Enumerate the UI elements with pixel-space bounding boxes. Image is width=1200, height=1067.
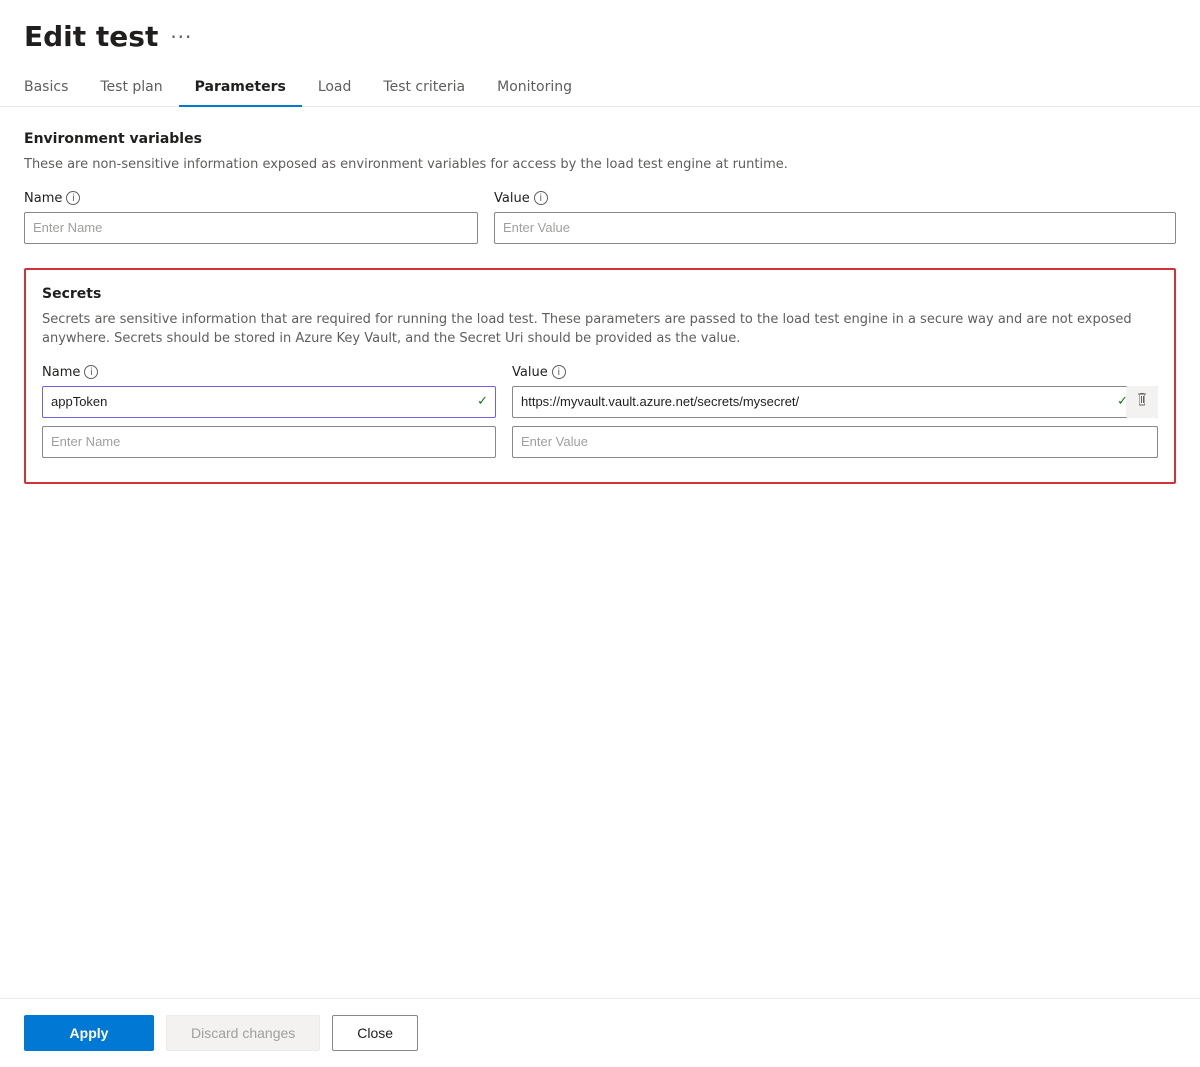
- env-field-headers: Name i Value i: [24, 191, 1176, 206]
- env-name-info-icon[interactable]: i: [66, 191, 80, 205]
- tabs-container: Basics Test plan Parameters Load Test cr…: [0, 69, 1200, 107]
- tab-load[interactable]: Load: [302, 69, 368, 107]
- secrets-value-input-wrapper-1: ✓: [512, 386, 1158, 418]
- env-name-input[interactable]: [24, 212, 478, 244]
- secrets-name-input-2[interactable]: [42, 426, 496, 458]
- secrets-value-input-wrapper-2: [512, 426, 1158, 458]
- secrets-section: Secrets Secrets are sensitive informatio…: [24, 268, 1176, 484]
- secrets-value-input-1[interactable]: [512, 386, 1158, 418]
- close-button[interactable]: Close: [332, 1015, 418, 1051]
- apply-button[interactable]: Apply: [24, 1015, 154, 1051]
- trash-icon-1: [1134, 392, 1150, 411]
- env-value-label: Value i: [494, 191, 548, 206]
- tab-monitoring[interactable]: Monitoring: [481, 69, 588, 107]
- main-content: Environment variables These are non-sens…: [0, 107, 1200, 1067]
- env-field-row: [24, 212, 1176, 244]
- tab-parameters[interactable]: Parameters: [179, 69, 302, 107]
- secrets-name-check-icon-1: ✓: [477, 394, 488, 409]
- secrets-row-2: [42, 426, 1158, 458]
- secrets-title: Secrets: [42, 286, 1158, 302]
- secrets-field-headers: Name i Value i: [42, 365, 1158, 380]
- footer: Apply Discard changes Close: [0, 998, 1200, 1067]
- env-name-label: Name i: [24, 191, 478, 206]
- secrets-name-input-wrapper-2: [42, 426, 496, 458]
- env-variables-description: These are non-sensitive information expo…: [24, 155, 1176, 175]
- env-variables-title: Environment variables: [24, 131, 1176, 147]
- more-options-button[interactable]: ···: [170, 25, 192, 49]
- secrets-value-input-2[interactable]: [512, 426, 1158, 458]
- secrets-description: Secrets are sensitive information that a…: [42, 310, 1158, 349]
- secrets-value-label: Value i: [512, 365, 566, 380]
- tab-test-plan[interactable]: Test plan: [84, 69, 178, 107]
- secrets-name-label: Name i: [42, 365, 496, 380]
- env-value-input[interactable]: [494, 212, 1176, 244]
- env-name-input-wrapper: [24, 212, 478, 244]
- discard-button[interactable]: Discard changes: [166, 1015, 320, 1051]
- secrets-row-1: ✓ ✓: [42, 386, 1158, 418]
- header: Edit test ···: [0, 0, 1200, 69]
- tab-test-criteria[interactable]: Test criteria: [367, 69, 481, 107]
- secrets-name-input-wrapper-1: ✓: [42, 386, 496, 418]
- secrets-value-info-icon[interactable]: i: [552, 365, 566, 379]
- secrets-name-info-icon[interactable]: i: [84, 365, 98, 379]
- env-variables-section: Environment variables These are non-sens…: [24, 131, 1176, 244]
- env-value-info-icon[interactable]: i: [534, 191, 548, 205]
- page-container: Edit test ··· Basics Test plan Parameter…: [0, 0, 1200, 1067]
- env-value-input-wrapper: [494, 212, 1176, 244]
- page-title: Edit test: [24, 20, 158, 53]
- secrets-delete-button-1[interactable]: [1126, 386, 1158, 418]
- secrets-name-input-1[interactable]: [42, 386, 496, 418]
- tab-basics[interactable]: Basics: [24, 69, 84, 107]
